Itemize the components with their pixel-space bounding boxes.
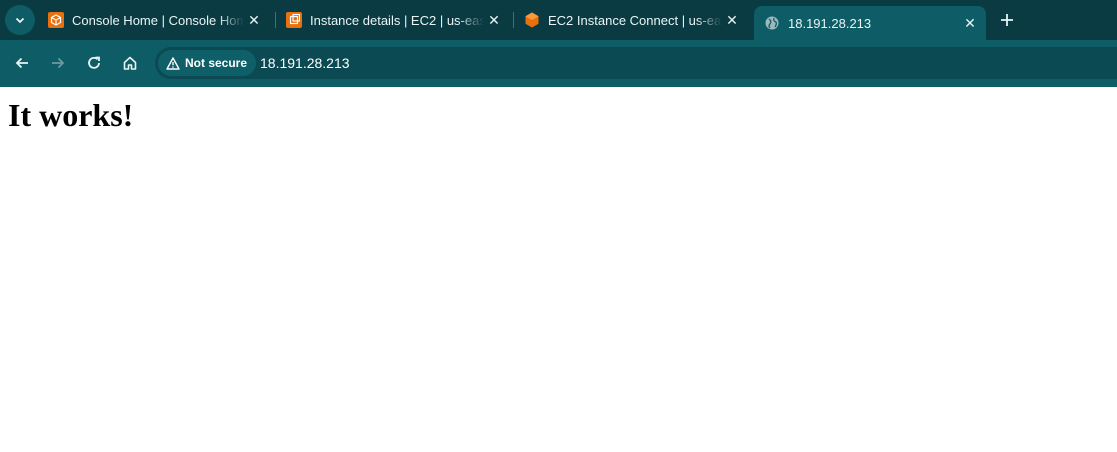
close-icon[interactable]: ✕ xyxy=(722,10,742,30)
tab-title: Console Home | Console Home xyxy=(72,12,244,28)
home-icon xyxy=(123,56,137,70)
close-icon[interactable]: ✕ xyxy=(244,10,264,30)
tab-current-page[interactable]: 18.191.28.213 ✕ xyxy=(754,6,986,40)
arrow-right-icon xyxy=(52,57,65,69)
forward-button[interactable] xyxy=(43,48,73,78)
url-text[interactable]: 18.191.28.213 xyxy=(260,55,350,71)
aws-console-icon xyxy=(48,12,64,28)
arrow-left-icon xyxy=(15,57,28,69)
tab-strip: Console Home | Console Home ✕ Instance d… xyxy=(0,0,1117,40)
aws-ec2-icon xyxy=(286,12,302,28)
chevron-down-icon xyxy=(15,17,25,24)
tab-ec2-instance-connect[interactable]: EC2 Instance Connect | us-east-2 ✕ xyxy=(514,0,748,40)
new-tab-button[interactable] xyxy=(994,7,1020,33)
tab-title: 18.191.28.213 xyxy=(788,15,872,31)
tab-console-home[interactable]: Console Home | Console Home ✕ xyxy=(38,0,270,40)
tab-title: EC2 Instance Connect | us-east-2 xyxy=(548,12,722,28)
tab-search-button[interactable] xyxy=(5,5,35,35)
plus-icon xyxy=(1001,14,1013,26)
address-bar[interactable]: Not secure 18.191.28.213 xyxy=(155,47,1117,79)
aws-hexagon-icon xyxy=(524,12,540,28)
warning-icon xyxy=(166,56,180,70)
tab-title: Instance details | EC2 | us-east-2 xyxy=(310,12,484,28)
reload-button[interactable] xyxy=(79,48,109,78)
security-label: Not secure xyxy=(185,56,248,70)
tab-instance-details[interactable]: Instance details | EC2 | us-east-2 ✕ xyxy=(276,0,510,40)
browser-toolbar: Not secure 18.191.28.213 xyxy=(0,40,1117,87)
page-content: It works! xyxy=(0,87,1117,452)
page-heading: It works! xyxy=(8,97,134,133)
back-button[interactable] xyxy=(7,48,37,78)
close-icon[interactable]: ✕ xyxy=(960,13,980,33)
site-security-chip[interactable]: Not secure xyxy=(158,50,257,76)
reload-icon xyxy=(88,56,100,69)
home-button[interactable] xyxy=(115,48,145,78)
globe-icon xyxy=(764,15,780,31)
close-icon[interactable]: ✕ xyxy=(484,10,504,30)
